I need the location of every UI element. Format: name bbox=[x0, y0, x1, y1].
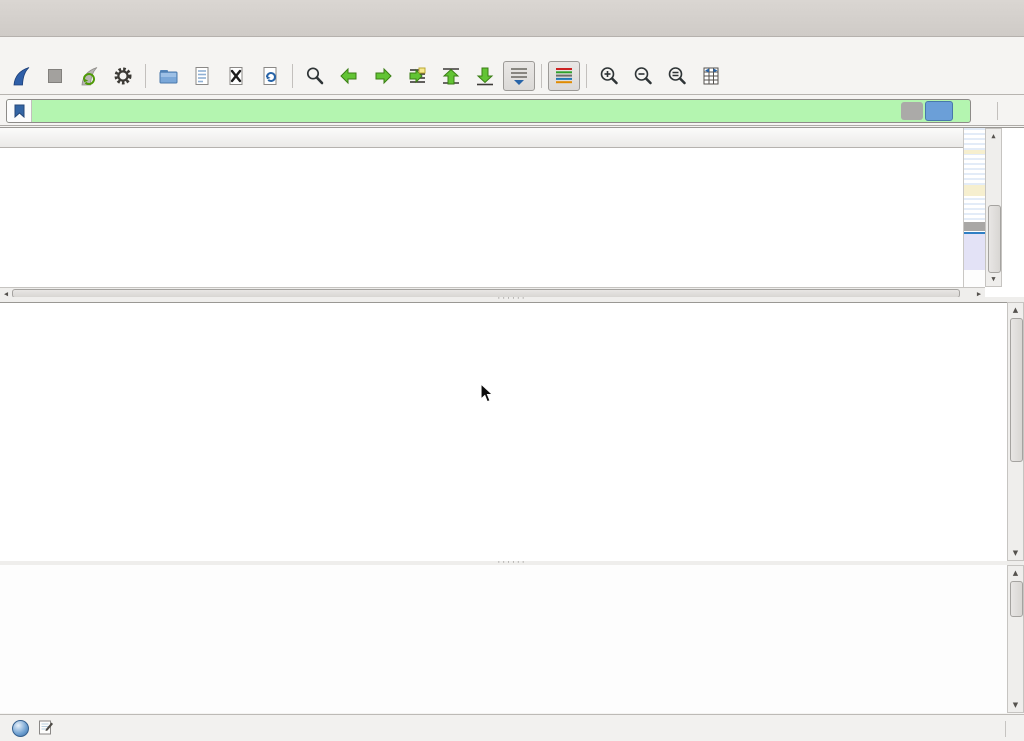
scroll-down-arrow[interactable]: ▼ bbox=[1008, 698, 1023, 712]
filter-clear-button[interactable] bbox=[901, 102, 923, 120]
minimap-band bbox=[964, 270, 986, 287]
zoom-out-button[interactable] bbox=[627, 61, 659, 91]
packet-list-vscrollbar[interactable]: ▲ ▼ bbox=[985, 128, 1002, 287]
zoom-out-icon bbox=[632, 65, 654, 87]
scroll-down-arrow[interactable]: ▼ bbox=[1008, 546, 1023, 560]
restart-capture-button[interactable] bbox=[73, 61, 105, 91]
scrollbar-thumb[interactable] bbox=[1010, 318, 1023, 462]
minimap-band bbox=[964, 234, 986, 270]
toolbar-separator bbox=[541, 64, 542, 88]
save-file-button[interactable] bbox=[186, 61, 218, 91]
filter-apply-button[interactable] bbox=[925, 101, 953, 121]
packet-details-pane bbox=[0, 302, 1024, 563]
arrow-right-icon bbox=[372, 65, 394, 87]
zoom-in-icon bbox=[598, 65, 620, 87]
packet-list-header bbox=[0, 128, 963, 148]
toolbar-separator bbox=[292, 64, 293, 88]
packet-list-pane: ▲ ▼ ◀ ▶ bbox=[0, 127, 1024, 298]
colorize-button[interactable] bbox=[548, 61, 580, 91]
status-separator bbox=[1005, 721, 1006, 737]
toolbar-separator bbox=[586, 64, 587, 88]
close-file-icon bbox=[225, 65, 247, 87]
bookmark-icon bbox=[14, 104, 25, 118]
auto-scroll-icon bbox=[508, 65, 530, 87]
open-file-button[interactable] bbox=[152, 61, 184, 91]
auto-scroll-button[interactable] bbox=[503, 61, 535, 91]
shark-fin-icon bbox=[10, 65, 32, 87]
scroll-up-arrow[interactable]: ▲ bbox=[1008, 303, 1023, 317]
restart-icon bbox=[78, 65, 100, 87]
start-capture-button[interactable] bbox=[5, 61, 37, 91]
resize-columns-button[interactable] bbox=[695, 61, 727, 91]
file-icon bbox=[191, 65, 213, 87]
packet-bytes-pane bbox=[0, 565, 1007, 713]
resize-columns-icon bbox=[700, 65, 722, 87]
stop-capture-button[interactable] bbox=[39, 61, 71, 91]
search-icon bbox=[304, 65, 326, 87]
reload-file-button[interactable] bbox=[254, 61, 286, 91]
filter-separator bbox=[997, 102, 998, 120]
gear-icon bbox=[112, 65, 134, 87]
bytes-vscrollbar[interactable]: ▲ ▼ bbox=[1007, 565, 1024, 713]
go-to-packet-button[interactable] bbox=[401, 61, 433, 91]
arrow-down-icon bbox=[474, 65, 496, 87]
intelligent-scrollbar-minimap[interactable] bbox=[963, 128, 986, 287]
main-toolbar bbox=[0, 58, 1024, 95]
status-bar bbox=[0, 714, 1024, 741]
stop-icon bbox=[44, 65, 66, 87]
zoom-reset-icon bbox=[666, 65, 688, 87]
go-forward-button[interactable] bbox=[367, 61, 399, 91]
filter-bookmark-button[interactable] bbox=[7, 100, 32, 122]
go-last-packet-button[interactable] bbox=[469, 61, 501, 91]
scroll-up-arrow[interactable]: ▲ bbox=[1008, 566, 1023, 580]
close-file-button[interactable] bbox=[220, 61, 252, 91]
filter-dropdown-button[interactable] bbox=[955, 102, 968, 120]
close-window-button[interactable] bbox=[990, 7, 1012, 29]
minimap-band bbox=[964, 222, 986, 231]
go-back-button[interactable] bbox=[333, 61, 365, 91]
packet-list-rows bbox=[0, 147, 963, 287]
menu-bar bbox=[0, 37, 1024, 58]
zoom-original-button[interactable] bbox=[661, 61, 693, 91]
goto-packet-icon bbox=[406, 65, 428, 87]
capture-comment-icon[interactable] bbox=[38, 719, 54, 738]
arrow-left-icon bbox=[338, 65, 360, 87]
details-vscrollbar[interactable]: ▲ ▼ bbox=[1007, 302, 1024, 561]
minimap-band bbox=[964, 185, 986, 196]
toolbar-separator bbox=[145, 64, 146, 88]
scrollbar-thumb[interactable] bbox=[1010, 581, 1023, 617]
capture-options-button[interactable] bbox=[107, 61, 139, 91]
arrow-up-icon bbox=[440, 65, 462, 87]
scroll-down-arrow[interactable]: ▼ bbox=[986, 272, 1001, 286]
wireshark-window: ▲ ▼ ◀ ▶ ······ ▲ ▼ ······ ▲ ▼ bbox=[0, 0, 1024, 741]
go-first-packet-button[interactable] bbox=[435, 61, 467, 91]
minimap-band bbox=[964, 150, 986, 154]
reload-icon bbox=[259, 65, 281, 87]
find-packet-button[interactable] bbox=[299, 61, 331, 91]
scrollbar-thumb[interactable] bbox=[988, 205, 1001, 273]
zoom-in-button[interactable] bbox=[593, 61, 625, 91]
folder-icon bbox=[157, 65, 179, 87]
colorize-icon bbox=[553, 65, 575, 87]
title-bar bbox=[0, 0, 1024, 37]
filter-toolbar bbox=[0, 96, 1024, 126]
display-filter-field[interactable] bbox=[6, 99, 971, 123]
expert-info-icon[interactable] bbox=[12, 720, 29, 737]
scroll-up-arrow[interactable]: ▲ bbox=[986, 129, 1001, 143]
